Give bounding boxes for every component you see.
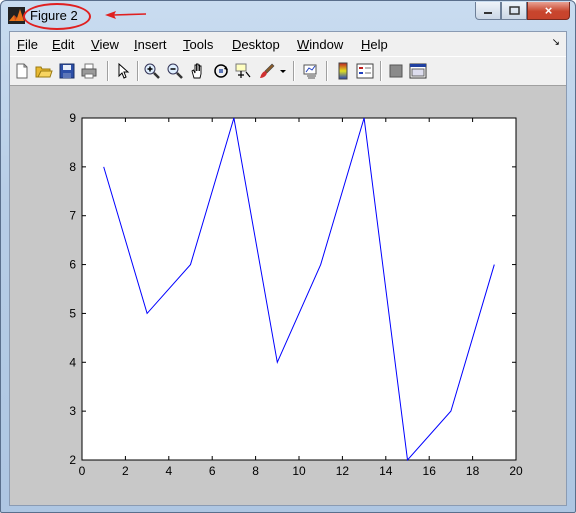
y-tick-label: 2 <box>69 453 76 467</box>
close-button[interactable]: × <box>527 2 570 20</box>
title-bar[interactable]: Figure 2 × <box>1 1 575 31</box>
plot-axes[interactable] <box>81 117 517 461</box>
x-tick-label: 8 <box>252 464 259 478</box>
close-icon: × <box>544 3 553 18</box>
y-tick-label: 8 <box>69 160 76 174</box>
annotation-arrow-icon <box>105 11 147 19</box>
x-tick-label: 16 <box>423 464 437 478</box>
figure-canvas: 0 2 4 6 8 10 12 14 16 18 2023456789 <box>69 111 523 478</box>
x-tick-label: 2 <box>122 464 129 478</box>
x-tick-label: 0 <box>79 464 86 478</box>
x-tick-label: 12 <box>336 464 350 478</box>
maximize-icon <box>508 6 520 15</box>
maximize-button[interactable] <box>501 2 527 20</box>
x-tick-label: 10 <box>292 464 306 478</box>
y-tick-label: 5 <box>69 306 76 320</box>
title-highlight-circle <box>23 3 91 30</box>
x-tick-label: 18 <box>466 464 480 478</box>
minimize-icon <box>484 11 492 14</box>
figure-client-area: File Edit View Insert Tools Desktop Wind… <box>9 31 567 506</box>
y-tick-label: 7 <box>69 209 76 223</box>
x-tick-label: 6 <box>209 464 216 478</box>
y-tick-label: 3 <box>69 404 76 418</box>
x-tick-label: 4 <box>165 464 172 478</box>
minimize-button[interactable] <box>475 2 501 20</box>
y-tick-label: 9 <box>69 111 76 125</box>
x-tick-label: 14 <box>379 464 393 478</box>
figure-window: Figure 2 × File Edit View Insert Tools D… <box>0 0 576 513</box>
y-tick-label: 6 <box>69 258 76 272</box>
x-tick-label: 20 <box>509 464 523 478</box>
y-tick-label: 4 <box>69 355 76 369</box>
